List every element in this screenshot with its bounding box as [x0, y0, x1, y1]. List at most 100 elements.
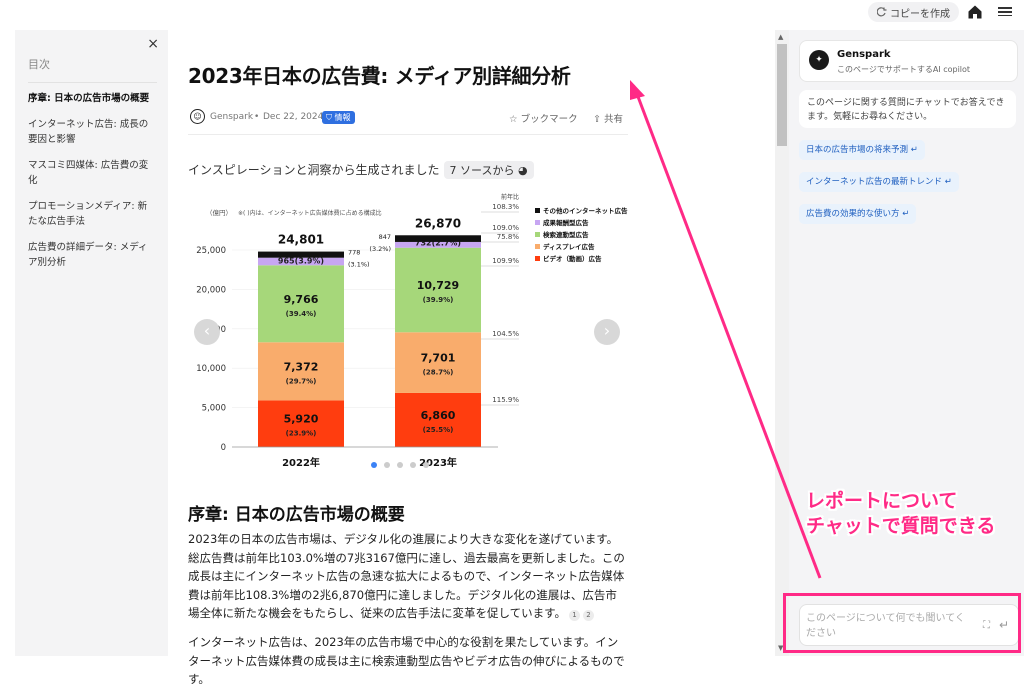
- carousel-dot[interactable]: [410, 462, 416, 468]
- page-title: 2023年日本の広告費: メディア別詳細分析: [188, 64, 571, 88]
- y-tick-label: 5,000: [202, 404, 226, 414]
- bar-share-label: (25.5%): [423, 426, 454, 434]
- enter-icon: ↵: [944, 177, 952, 187]
- bar-share-label: (3.1%): [348, 261, 370, 269]
- enter-icon: ↵: [902, 209, 910, 219]
- legend-swatch: [535, 244, 540, 249]
- citation-link[interactable]: 1: [569, 610, 581, 621]
- share-button[interactable]: ⇪ 共有: [593, 111, 623, 125]
- suggestion-chip[interactable]: 広告費の効果的な使い方 ↵: [799, 204, 917, 224]
- copy-page-label: コピーを作成: [890, 8, 950, 20]
- enter-icon: ↵: [910, 145, 918, 155]
- y-tick-label: 20,000: [196, 285, 226, 295]
- bar-segment: [258, 251, 344, 258]
- yoy-label: 104.5%: [492, 330, 519, 338]
- bar-share-label: (39.4%): [286, 310, 317, 318]
- scroll-up-icon[interactable]: ▲: [778, 33, 783, 41]
- divider: [188, 134, 628, 135]
- share-icon: ⇪: [593, 114, 601, 125]
- sources-button[interactable]: 7 ソースから ◕: [443, 161, 534, 179]
- bar-share-label: (29.7%): [286, 377, 317, 385]
- legend-swatch: [535, 256, 540, 261]
- toc-item[interactable]: マスコミ四媒体: 広告費の変化: [28, 158, 156, 189]
- yoy-label: 109.0%: [492, 224, 519, 232]
- bar-share-label: (23.9%): [286, 430, 317, 438]
- legend-swatch: [535, 220, 540, 225]
- paragraph-text: 2023年の日本の広告市場は、デジタル化の進展により大きな変化を遂げています。総…: [188, 532, 625, 620]
- copilot-header: ✦ Genspark このページでサポートするAI copilot: [799, 40, 1018, 82]
- legend-label: その他のインターネット広告: [543, 206, 628, 215]
- chevron-right-icon: ›: [603, 321, 611, 340]
- bar-total-label: 24,801: [278, 233, 324, 247]
- bar-value-label: 847: [379, 233, 391, 241]
- scrollbar-thumb[interactable]: [777, 44, 787, 146]
- copy-icon: [877, 7, 887, 17]
- y-tick-label: 10,000: [196, 364, 226, 374]
- bar-share-label: (28.7%): [423, 369, 454, 377]
- x-tick-label: 2022年: [282, 456, 320, 469]
- copilot-name: Genspark: [837, 49, 891, 60]
- sources-label: 7 ソースから: [449, 164, 515, 177]
- toc-item[interactable]: プロモーションメディア: 新たな広告手法: [28, 199, 156, 230]
- citation-link[interactable]: 2: [583, 610, 595, 621]
- inspiration-text: インスピレーションと洞察から生成されました: [188, 163, 440, 177]
- divider: [28, 82, 157, 83]
- carousel-prev-button[interactable]: ‹: [194, 319, 220, 345]
- bar-segment: [395, 235, 481, 242]
- legend-swatch: [535, 232, 540, 237]
- toc-title: 目次: [28, 58, 50, 71]
- bar-value-label: 5,920: [284, 413, 319, 426]
- copilot-sidebar: ✦ Genspark このページでサポートするAI copilot このページに…: [789, 30, 1024, 656]
- carousel-dot[interactable]: [397, 462, 403, 468]
- suggestion-label: 日本の広告市場の将来予測: [806, 145, 909, 155]
- home-icon[interactable]: [967, 4, 983, 20]
- annotation-caption: レポートについて チャットで質問できる: [806, 489, 995, 539]
- author-avatar: ☺: [190, 109, 205, 124]
- scrollbar[interactable]: ▲ ▼: [775, 30, 789, 656]
- toc-item[interactable]: 序章: 日本の広告市場の概要: [28, 91, 156, 107]
- sources-icon: ◕: [517, 164, 528, 177]
- yoy-label: 109.9%: [492, 257, 519, 265]
- chart-unit-label: （億円）: [206, 208, 232, 217]
- suggestion-chip[interactable]: 日本の広告市場の将来予測 ↵: [799, 140, 925, 160]
- publish-date: Dec 22, 2024: [263, 112, 324, 122]
- carousel-dots: [371, 453, 436, 472]
- table-of-contents: × 目次 序章: 日本の広告市場の概要 インターネット広告: 成長の要因と影響 …: [15, 30, 168, 656]
- bar-value-label: 6,860: [421, 409, 456, 422]
- legend-label: ビデオ（動画）広告: [543, 254, 602, 263]
- bar-value-label: 9,766: [284, 293, 319, 306]
- carousel-dot[interactable]: [384, 462, 390, 468]
- info-badge: ⛉ 情報: [322, 111, 355, 124]
- close-icon[interactable]: ×: [147, 36, 159, 52]
- bookmark-label: ブックマーク: [520, 114, 578, 125]
- copilot-intro-message: このページに関する質問にチャットでお答えできます。気軽にお尋ねください。: [799, 90, 1016, 128]
- suggestion-chip[interactable]: インターネット広告の最新トレンド ↵: [799, 172, 959, 192]
- bar-share-label: (3.2%): [369, 245, 391, 253]
- bookmark-button[interactable]: ☆ ブックマーク: [509, 111, 578, 125]
- hamburger-menu-icon[interactable]: [998, 5, 1012, 17]
- yoy-label: 75.8%: [497, 233, 520, 241]
- toc-item[interactable]: 広告費の詳細データ: メディア別分析: [28, 240, 156, 271]
- legend-label: 検索連動型広告: [543, 230, 589, 239]
- carousel-next-button[interactable]: ›: [594, 319, 620, 345]
- carousel-dot[interactable]: [371, 462, 377, 468]
- carousel-dot[interactable]: [423, 462, 429, 468]
- author-name[interactable]: Genspark: [210, 112, 253, 122]
- section-heading: 序章: 日本の広告市場の概要: [188, 505, 405, 525]
- chart-note: ※( )内は、インターネット広告媒体費に占める構成比: [238, 209, 382, 217]
- bar-share-label: (39.9%): [423, 296, 454, 304]
- toc-item[interactable]: インターネット広告: 成長の要因と影響: [28, 117, 156, 148]
- yoy-label: 115.9%: [492, 396, 519, 404]
- bar-value-label: 7,701: [421, 352, 456, 365]
- suggestion-label: 広告費の効果的な使い方: [806, 209, 900, 219]
- annotation-line: チャットで質問できる: [806, 515, 996, 537]
- article-meta: ☺ Genspark • Dec 22, 2024 ⛉ 情報 ☆ ブックマーク …: [188, 109, 628, 127]
- suggestion-label: インターネット広告の最新トレンド: [806, 177, 943, 187]
- legend-label: 成果報酬型広告: [543, 218, 589, 227]
- section-paragraph: インターネット広告は、2023年の広告市場で中心的な役割を果たしています。インタ…: [188, 635, 625, 686]
- shield-icon: ⛉: [326, 113, 332, 122]
- bar-value-label: 10,729: [417, 279, 459, 292]
- copy-page-button[interactable]: コピーを作成: [868, 2, 959, 22]
- y-tick-label: 25,000: [196, 246, 226, 256]
- chat-input-highlight: [783, 593, 1021, 653]
